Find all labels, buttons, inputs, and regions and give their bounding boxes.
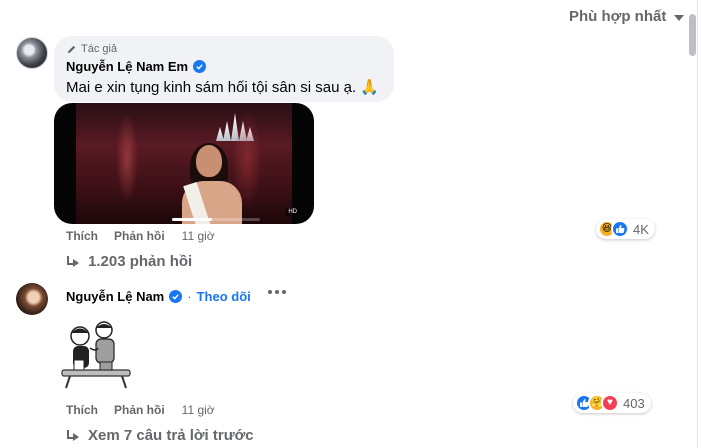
comment-bubble: Tác giả Nguyễn Lệ Nam Em Mai e xin tụng …	[54, 36, 394, 102]
author-tag: Tác giả	[66, 43, 382, 55]
reply-button[interactable]: Phản hồi	[114, 229, 165, 243]
verified-icon	[169, 290, 183, 303]
comment-author[interactable]: Nguyễn Lệ Nam Em	[66, 59, 188, 74]
crown-icon	[216, 113, 254, 141]
sticker-image[interactable]	[56, 318, 134, 390]
comment-actions: Thích Phản hồi 11 giờ	[66, 403, 215, 417]
video-quality-label: HD	[288, 209, 297, 215]
chevron-down-icon	[674, 14, 685, 21]
comment-header: Nguyễn Lệ Nam · Theo dõi	[66, 289, 251, 304]
author-tag-label: Tác giả	[81, 43, 118, 55]
video-quality-badge: HD	[285, 208, 300, 216]
follow-button[interactable]: Theo dõi	[197, 289, 251, 304]
like-button[interactable]: Thích	[66, 229, 98, 243]
reply-button[interactable]: Phản hồi	[114, 403, 165, 417]
pen-icon	[67, 45, 76, 53]
view-previous-replies-button[interactable]: Xem 7 câu trả lời trước	[66, 427, 254, 444]
comment-text: Mai e xin tụng kinh sám hối tội sân si s…	[66, 79, 379, 96]
love-icon: ♥	[601, 394, 619, 412]
sort-label: Phù hợp nhất	[569, 8, 667, 25]
scrollbar-thumb[interactable]	[689, 14, 696, 56]
avatar[interactable]	[16, 283, 48, 315]
scrollbar-track	[697, 0, 698, 448]
replies-label: Xem 7 câu trả lời trước	[88, 427, 254, 444]
reaction-summary[interactable]: 😆 4K	[596, 219, 655, 239]
video-thumbnail	[76, 103, 292, 224]
comment-author[interactable]: Nguyễn Lệ Nam	[66, 289, 164, 304]
comment-timestamp[interactable]: 11 giờ	[182, 229, 215, 243]
replies-label: 1.203 phản hồi	[88, 253, 193, 270]
view-replies-button[interactable]: 1.203 phản hồi	[66, 253, 192, 270]
reply-arrow-icon	[66, 255, 80, 268]
comment-timestamp[interactable]: 11 giờ	[182, 403, 215, 417]
avatar[interactable]	[16, 37, 48, 69]
video-subject	[176, 139, 246, 224]
reaction-summary[interactable]: 🤗 ♥ 403	[573, 393, 651, 413]
sort-dropdown[interactable]: Phù hợp nhất	[569, 8, 685, 25]
reply-arrow-icon	[66, 429, 80, 442]
reaction-count: 4K	[633, 221, 649, 237]
more-options-icon[interactable]	[268, 290, 286, 294]
separator-dot: ·	[187, 289, 192, 304]
like-button[interactable]: Thích	[66, 403, 98, 417]
video-attachment[interactable]: HD	[54, 103, 314, 224]
video-progress[interactable]	[172, 218, 260, 221]
verified-icon	[193, 60, 207, 73]
reaction-count: 403	[623, 395, 645, 411]
comment-actions: Thích Phản hồi 11 giờ	[66, 229, 215, 243]
like-icon	[611, 220, 629, 238]
